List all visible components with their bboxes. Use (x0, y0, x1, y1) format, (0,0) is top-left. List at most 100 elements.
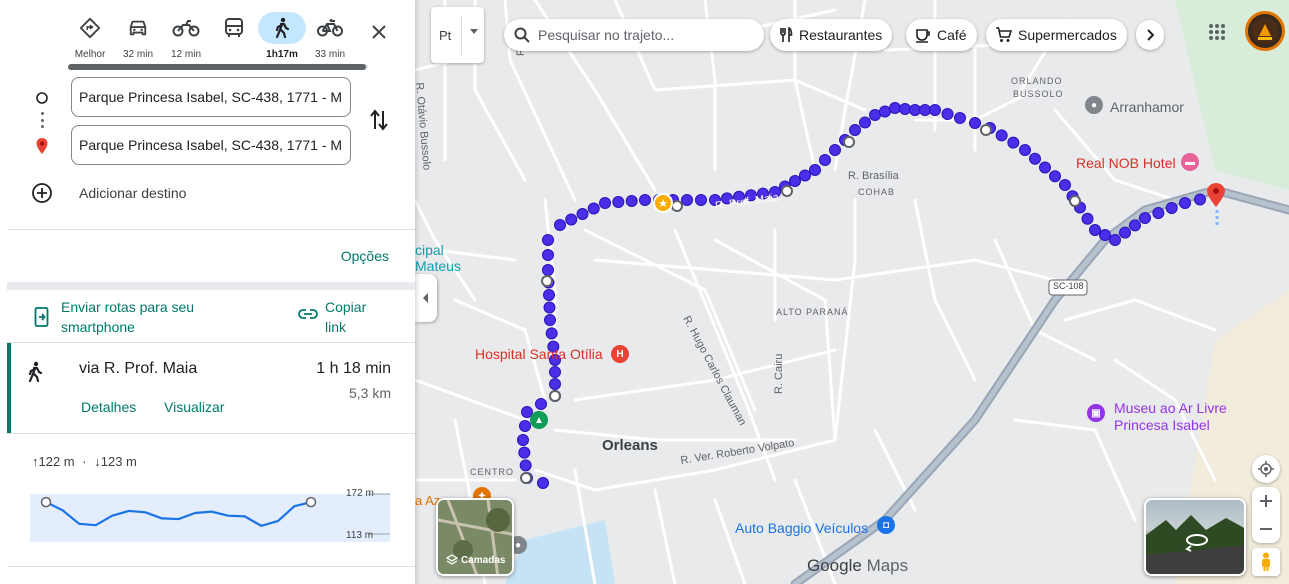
zoom-in-button[interactable] (1260, 487, 1272, 515)
route-dot (681, 194, 693, 206)
route-dot (929, 104, 941, 116)
city-label: Orleans (602, 437, 658, 454)
ascent-value: 122 m (38, 454, 75, 469)
street-label: R. Brasília (848, 170, 899, 182)
destination-pin-icon (30, 134, 54, 158)
poi-hotel-label[interactable]: Real NOB Hotel (1076, 155, 1176, 171)
divider (7, 229, 415, 230)
chip-restaurants[interactable]: Restaurantes (770, 19, 893, 51)
account-avatar[interactable] (1245, 11, 1285, 51)
hospital-icon[interactable]: H (611, 345, 629, 363)
close-directions-button[interactable] (366, 19, 392, 45)
coffee-icon (915, 27, 931, 43)
map-canvas[interactable]: ★ R. Otávio Bussolo R. São R. Brasília C… (415, 0, 1289, 584)
route-dot (899, 103, 911, 115)
chips-next-button[interactable] (1136, 20, 1164, 50)
road-network: ★ (415, 0, 1289, 584)
transit-layer-button[interactable]: Pt (431, 7, 484, 63)
my-location-button[interactable] (1252, 455, 1280, 483)
mode-bike[interactable]: 33 min (306, 12, 354, 64)
svg-text:★: ★ (658, 197, 668, 210)
origin-input[interactable] (71, 77, 351, 117)
divider (7, 433, 415, 434)
museum-icon[interactable]: ▣ (1087, 404, 1105, 422)
route-dot (576, 208, 589, 220)
route-dot (545, 327, 558, 340)
layers-label-group: Camadas (446, 554, 505, 566)
mode-bike-label: 33 min (314, 49, 345, 60)
street-label: R. Cairu (773, 353, 785, 394)
street-view-thumbnail[interactable] (1144, 498, 1246, 576)
mode-scrollbar[interactable] (68, 64, 368, 70)
poi-hospital-label[interactable]: Hospital Santa Otília (475, 346, 603, 362)
route-dot (1039, 161, 1051, 174)
search-along-route-input[interactable] (538, 27, 758, 43)
add-destination-icon[interactable] (30, 181, 54, 205)
route-dot (879, 105, 891, 118)
minus-icon (1260, 528, 1272, 530)
route-dot (695, 194, 707, 206)
swap-waypoints-button[interactable] (367, 107, 391, 133)
route-dot (889, 102, 901, 114)
poi-dealer-label[interactable]: Auto Baggio Veículos (735, 520, 868, 536)
route-dot (543, 289, 555, 301)
mode-best[interactable]: Melhor (66, 12, 114, 64)
copy-link-button[interactable]: Copiar link (325, 297, 385, 337)
area-label: ALTO PARANÁ (776, 307, 849, 317)
mode-car[interactable]: 32 min (114, 12, 162, 64)
route-dot (612, 196, 625, 208)
bus-icon (225, 18, 243, 37)
poi-museum-label[interactable]: Museu ao Ar Livre Princesa Isabel (1114, 400, 1254, 434)
route-dot (519, 459, 532, 472)
hotel-icon[interactable]: ▬ (1181, 153, 1199, 171)
route-dot (1109, 234, 1121, 246)
options-button[interactable]: Opções (341, 248, 389, 264)
route-dot (995, 129, 1008, 142)
zoom-controls (1252, 487, 1280, 543)
destination-input[interactable] (71, 125, 351, 165)
park-icon[interactable]: ▲ (530, 411, 548, 429)
route-dot (544, 314, 556, 326)
street-view-pegman-button[interactable] (1252, 548, 1280, 576)
route-dot (565, 213, 578, 226)
route-dot (909, 104, 921, 116)
zoom-out-button[interactable] (1260, 515, 1272, 543)
route-dot (1081, 212, 1094, 225)
route-dot (1179, 197, 1191, 209)
google-logo-text: Google (807, 556, 862, 575)
route-dot (954, 112, 966, 124)
mode-transit[interactable] (210, 12, 258, 64)
close-icon (372, 25, 386, 39)
route-dot (941, 108, 954, 120)
google-apps-button[interactable] (1203, 18, 1231, 46)
route-via-label: via R. Prof. Maia (79, 360, 198, 377)
destination-pin-icon[interactable] (1207, 183, 1225, 226)
add-destination-label[interactable]: Adicionar destino (79, 185, 186, 201)
route-preview-button[interactable]: Visualizar (164, 399, 224, 415)
route-dot (639, 194, 651, 206)
shopping-bag-icon[interactable]: ◘ (877, 516, 895, 534)
mode-motorcycle[interactable]: 12 min (162, 12, 210, 64)
route-dot (1007, 136, 1020, 149)
mode-walk[interactable]: 1h17m (258, 12, 306, 64)
route-dot (519, 420, 531, 432)
route-details-button[interactable]: Detalhes (81, 399, 136, 415)
starred-place-icon[interactable]: ★ (653, 193, 673, 213)
mode-car-label: 32 min (122, 49, 153, 60)
chip-supermarkets[interactable]: Supermercados (986, 19, 1127, 51)
chip-restaurants-label: Restaurantes (799, 27, 883, 43)
place-icon[interactable]: ● (1085, 96, 1103, 114)
send-to-phone-link[interactable]: Enviar rotas para seu smartphone (61, 297, 231, 337)
cart-icon (995, 27, 1012, 43)
layers-button[interactable]: Camadas (436, 498, 514, 576)
route-dot (829, 144, 841, 156)
collapse-panel-button[interactable] (415, 274, 437, 322)
search-along-route[interactable] (504, 19, 764, 51)
street-view-preview (1146, 515, 1244, 574)
chip-cafe[interactable]: Café (906, 19, 977, 51)
layers-icon (446, 554, 458, 565)
route-diamond-icon (79, 17, 101, 39)
poi-arranhamor-label[interactable]: Arranhamor (1110, 99, 1184, 115)
walk-icon (28, 361, 43, 383)
route-dot (859, 116, 871, 129)
